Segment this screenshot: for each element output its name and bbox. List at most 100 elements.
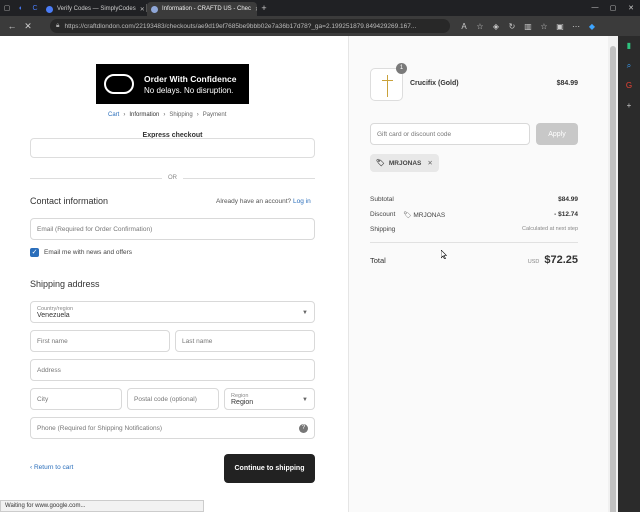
total-value: $72.25 [544, 254, 578, 266]
tab-title: Information - CRAFTD US - Chec [162, 6, 252, 12]
phone-field[interactable]: Phone (Required for Shipping Notificatio… [30, 417, 315, 439]
split-screen-icon[interactable]: ▥ [520, 22, 536, 31]
breadcrumb-separator: › [123, 112, 126, 118]
tab-verify-codes[interactable]: Verify Codes — SimplyCodes ✕ [42, 2, 146, 16]
remove-discount-icon[interactable]: ✕ [427, 159, 432, 167]
mouse-cursor-icon [441, 250, 447, 259]
lock-icon: 🔒︎ [56, 22, 60, 29]
newsletter-label: Email me with news and offers [44, 249, 133, 256]
total-label: Total [370, 256, 386, 265]
return-label: Return to cart [33, 464, 74, 471]
checkout-main: Order With Confidence No delays. No disr… [0, 36, 348, 512]
apply-button[interactable]: Apply [536, 123, 578, 145]
or-divider: OR [30, 174, 315, 182]
new-tab-button[interactable]: + [257, 3, 271, 13]
login-link[interactable]: Log in [293, 198, 311, 205]
tag-icon: 🏷︎ [403, 212, 412, 219]
express-checkout-area[interactable] [30, 138, 315, 158]
url-input[interactable]: 🔒︎ https://craftdlondon.com/22193483/che… [50, 19, 450, 33]
first-name-placeholder: First name [37, 337, 68, 345]
scrollbar-thumb[interactable] [610, 46, 616, 512]
favorite-star-icon[interactable]: ☆ [472, 22, 488, 31]
tab-favicon-icon: C [32, 4, 38, 12]
close-tab-icon[interactable]: ✕ [136, 6, 145, 13]
address-bar-row: ← ✕ 🔒︎ https://craftdlondon.com/22193483… [0, 16, 640, 36]
subtotal-value: $84.99 [558, 196, 578, 203]
contact-title: Contact information [30, 196, 109, 206]
search-icon[interactable]: ⌕ [618, 56, 640, 76]
extension-icon[interactable]: ◈ [488, 22, 504, 31]
chevron-down-icon: ▼ [302, 310, 308, 316]
continue-to-shipping-button[interactable]: Continue to shipping [224, 454, 315, 483]
shopping-icon[interactable]: ▮ [618, 36, 640, 56]
more-menu-icon[interactable]: ⋯ [568, 22, 584, 31]
product-price: $84.99 [556, 80, 578, 87]
or-label: OR [168, 175, 177, 181]
refresh-extension-icon[interactable]: ↻ [504, 22, 520, 31]
stop-icon[interactable]: ✕ [20, 21, 36, 32]
shipping-value: Calculated at next step [522, 226, 578, 232]
address-field[interactable]: Address [30, 359, 315, 381]
product-name: Crucifix (Gold) [410, 80, 459, 87]
subtotal-label: Subtotal [370, 196, 394, 203]
crucifix-image [382, 80, 393, 81]
add-icon[interactable]: + [618, 96, 640, 116]
city-placeholder: City [37, 395, 49, 403]
summary-divider [370, 242, 578, 243]
simplycodes-favicon-icon [46, 5, 53, 13]
close-window-icon[interactable]: ✕ [622, 4, 640, 12]
help-icon[interactable]: ? [299, 424, 308, 433]
discount-code-text: MRJONAS [413, 212, 446, 219]
back-icon[interactable]: ← [4, 21, 20, 31]
email-placeholder: Email (Required for Order Confirmation) [37, 225, 153, 233]
breadcrumb-cart[interactable]: Cart [108, 112, 119, 118]
maximize-icon[interactable]: ▢ [604, 4, 622, 12]
email-field[interactable]: Email (Required for Order Confirmation) [30, 218, 315, 240]
minimize-icon[interactable]: — [586, 4, 604, 12]
newsletter-checkbox[interactable]: ✓ [30, 248, 39, 257]
last-name-field[interactable]: Last name [175, 330, 315, 352]
confidence-banner: Order With Confidence No delays. No disr… [96, 64, 249, 104]
breadcrumb-separator: › [163, 112, 166, 118]
banner-title: Order With Confidence [144, 73, 237, 84]
total-currency: USD [527, 259, 540, 265]
discount-value: - $12.74 [554, 211, 578, 218]
region-select[interactable]: Region Region ▼ [224, 388, 315, 410]
tab-actions-icon[interactable]: ◐ [14, 0, 28, 16]
order-summary: 1 Crucifix (Gold) $84.99 Gift card or di… [348, 36, 608, 512]
newsletter-row: ✓ Email me with news and offers [30, 248, 132, 257]
toolbar-icons: A ☆ ◈ ↻ ▥ ☆ ▣ ⋯ ◆ [456, 22, 600, 31]
address-placeholder: Address [37, 366, 61, 374]
city-field[interactable]: City [30, 388, 122, 410]
discount-code-input[interactable]: Gift card or discount code [370, 123, 530, 145]
copilot-icon[interactable]: ◆ [584, 22, 600, 31]
favorites-icon[interactable]: ☆ [536, 22, 552, 31]
breadcrumb-shipping: Shipping [169, 112, 193, 118]
page-scrollbar[interactable] [608, 36, 618, 512]
postal-code-field[interactable]: Postal code (optional) [127, 388, 219, 410]
divider-line [30, 177, 162, 179]
breadcrumb-separator: › [196, 112, 199, 118]
total-row: Total USD $72.25 [370, 254, 578, 266]
workspaces-icon[interactable]: ▢ [0, 0, 14, 16]
banner-subtitle: No delays. No disruption. [144, 85, 234, 95]
tab-information[interactable]: Information - CRAFTD US - Chec ✕ [147, 2, 257, 16]
collections-icon[interactable]: ▣ [552, 22, 568, 31]
shipping-title: Shipping address [30, 279, 100, 289]
breadcrumb-payment: Payment [202, 112, 227, 118]
applied-discount-tag: 🏷︎ MRJONAS ✕ [370, 154, 439, 172]
discount-code: 🏷︎ MRJONAS [403, 211, 445, 219]
divider-line [183, 177, 315, 179]
region-value: Region [231, 398, 254, 406]
google-icon[interactable]: G [618, 76, 640, 96]
shipping-label: Shipping [370, 226, 396, 233]
country-select[interactable]: Country/region Venezuela ▼ [30, 301, 315, 323]
chevron-left-icon: ‹ [30, 464, 33, 471]
return-to-cart-link[interactable]: ‹ Return to cart [30, 464, 73, 471]
discount-label: Discount [370, 211, 396, 218]
status-bar: Waiting for www.google.com... [0, 500, 204, 512]
loading-favicon-icon [151, 5, 158, 13]
last-name-placeholder: Last name [182, 337, 213, 345]
read-aloud-icon[interactable]: A [456, 22, 472, 31]
first-name-field[interactable]: First name [30, 330, 170, 352]
